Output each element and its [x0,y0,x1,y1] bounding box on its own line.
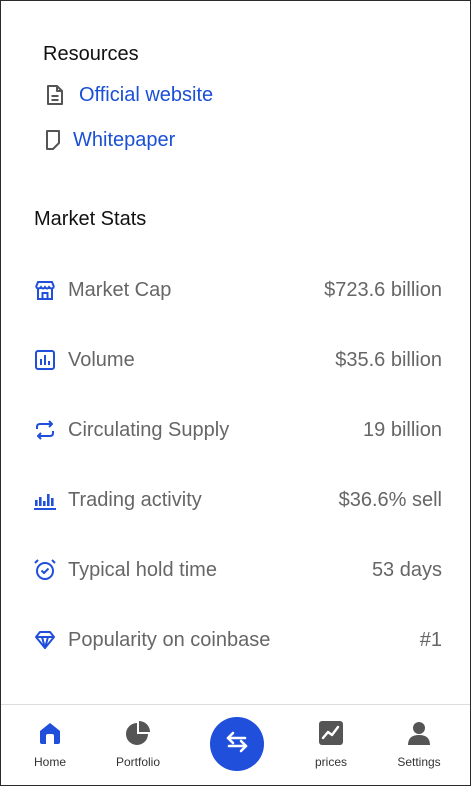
stat-row-market-cap: Market Cap $723.6 billion [33,270,442,310]
nav-home[interactable]: Home [10,705,90,785]
market-stats-heading: Market Stats [34,208,147,230]
trading-activity-label: Trading activity [68,488,202,511]
document-icon [43,83,67,107]
whitepaper-label: Whitepaper [73,128,176,151]
stat-row-typical-hold-time: Typical hold time 53 days [33,550,442,590]
alarm-clock-icon [33,558,57,582]
nav-home-label: Home [33,755,66,769]
page-icon [41,128,65,152]
volume-value: $35.6 billion [335,348,442,371]
cycle-arrows-icon [33,418,57,442]
typical-hold-time-value: 53 days [371,558,442,581]
bar-chart-icon [33,348,57,372]
official-website-link[interactable]: Official website [43,83,213,107]
market-cap-value: $723.6 billion [324,278,442,301]
official-website-label: Official website [79,83,214,106]
trade-button[interactable] [210,717,264,771]
home-icon [36,719,64,747]
circulating-supply-label: Circulating Supply [68,418,230,441]
store-icon [33,278,57,302]
popularity-value: #1 [419,628,442,651]
typical-hold-time-label: Typical hold time [68,558,217,581]
popularity-label: Popularity on coinbase [68,628,271,651]
stat-row-volume: Volume $35.6 billion [33,340,442,380]
stat-row-popularity: Popularity on coinbase #1 [33,620,442,660]
nav-prices-label: prices [314,755,347,769]
pie-chart-icon [124,719,152,747]
nav-portfolio-label: Portfolio [115,755,161,769]
trend-chart-icon [317,719,345,747]
volume-label: Volume [68,348,135,371]
diamond-icon [33,628,57,652]
bottom-navigation: Home Portfolio prices Settings [1,704,470,785]
app-frame: Resources Official website Whitepaper Ma… [0,0,471,786]
market-cap-label: Market Cap [68,278,172,301]
swap-arrows-icon [224,729,250,760]
stat-row-trading-activity: Trading activity $36.6% sell [33,480,442,520]
activity-bars-icon [33,488,57,512]
stat-row-circulating-supply: Circulating Supply 19 billion [33,410,442,450]
whitepaper-link[interactable]: Whitepaper [41,128,175,152]
trading-activity-value: $36.6% sell [338,488,442,511]
nav-settings[interactable]: Settings [379,705,459,785]
nav-portfolio[interactable]: Portfolio [98,705,178,785]
nav-prices[interactable]: prices [291,705,371,785]
resources-heading: Resources [43,43,139,65]
user-icon [405,719,433,747]
circulating-supply-value: 19 billion [363,418,442,441]
nav-settings-label: Settings [397,755,441,769]
